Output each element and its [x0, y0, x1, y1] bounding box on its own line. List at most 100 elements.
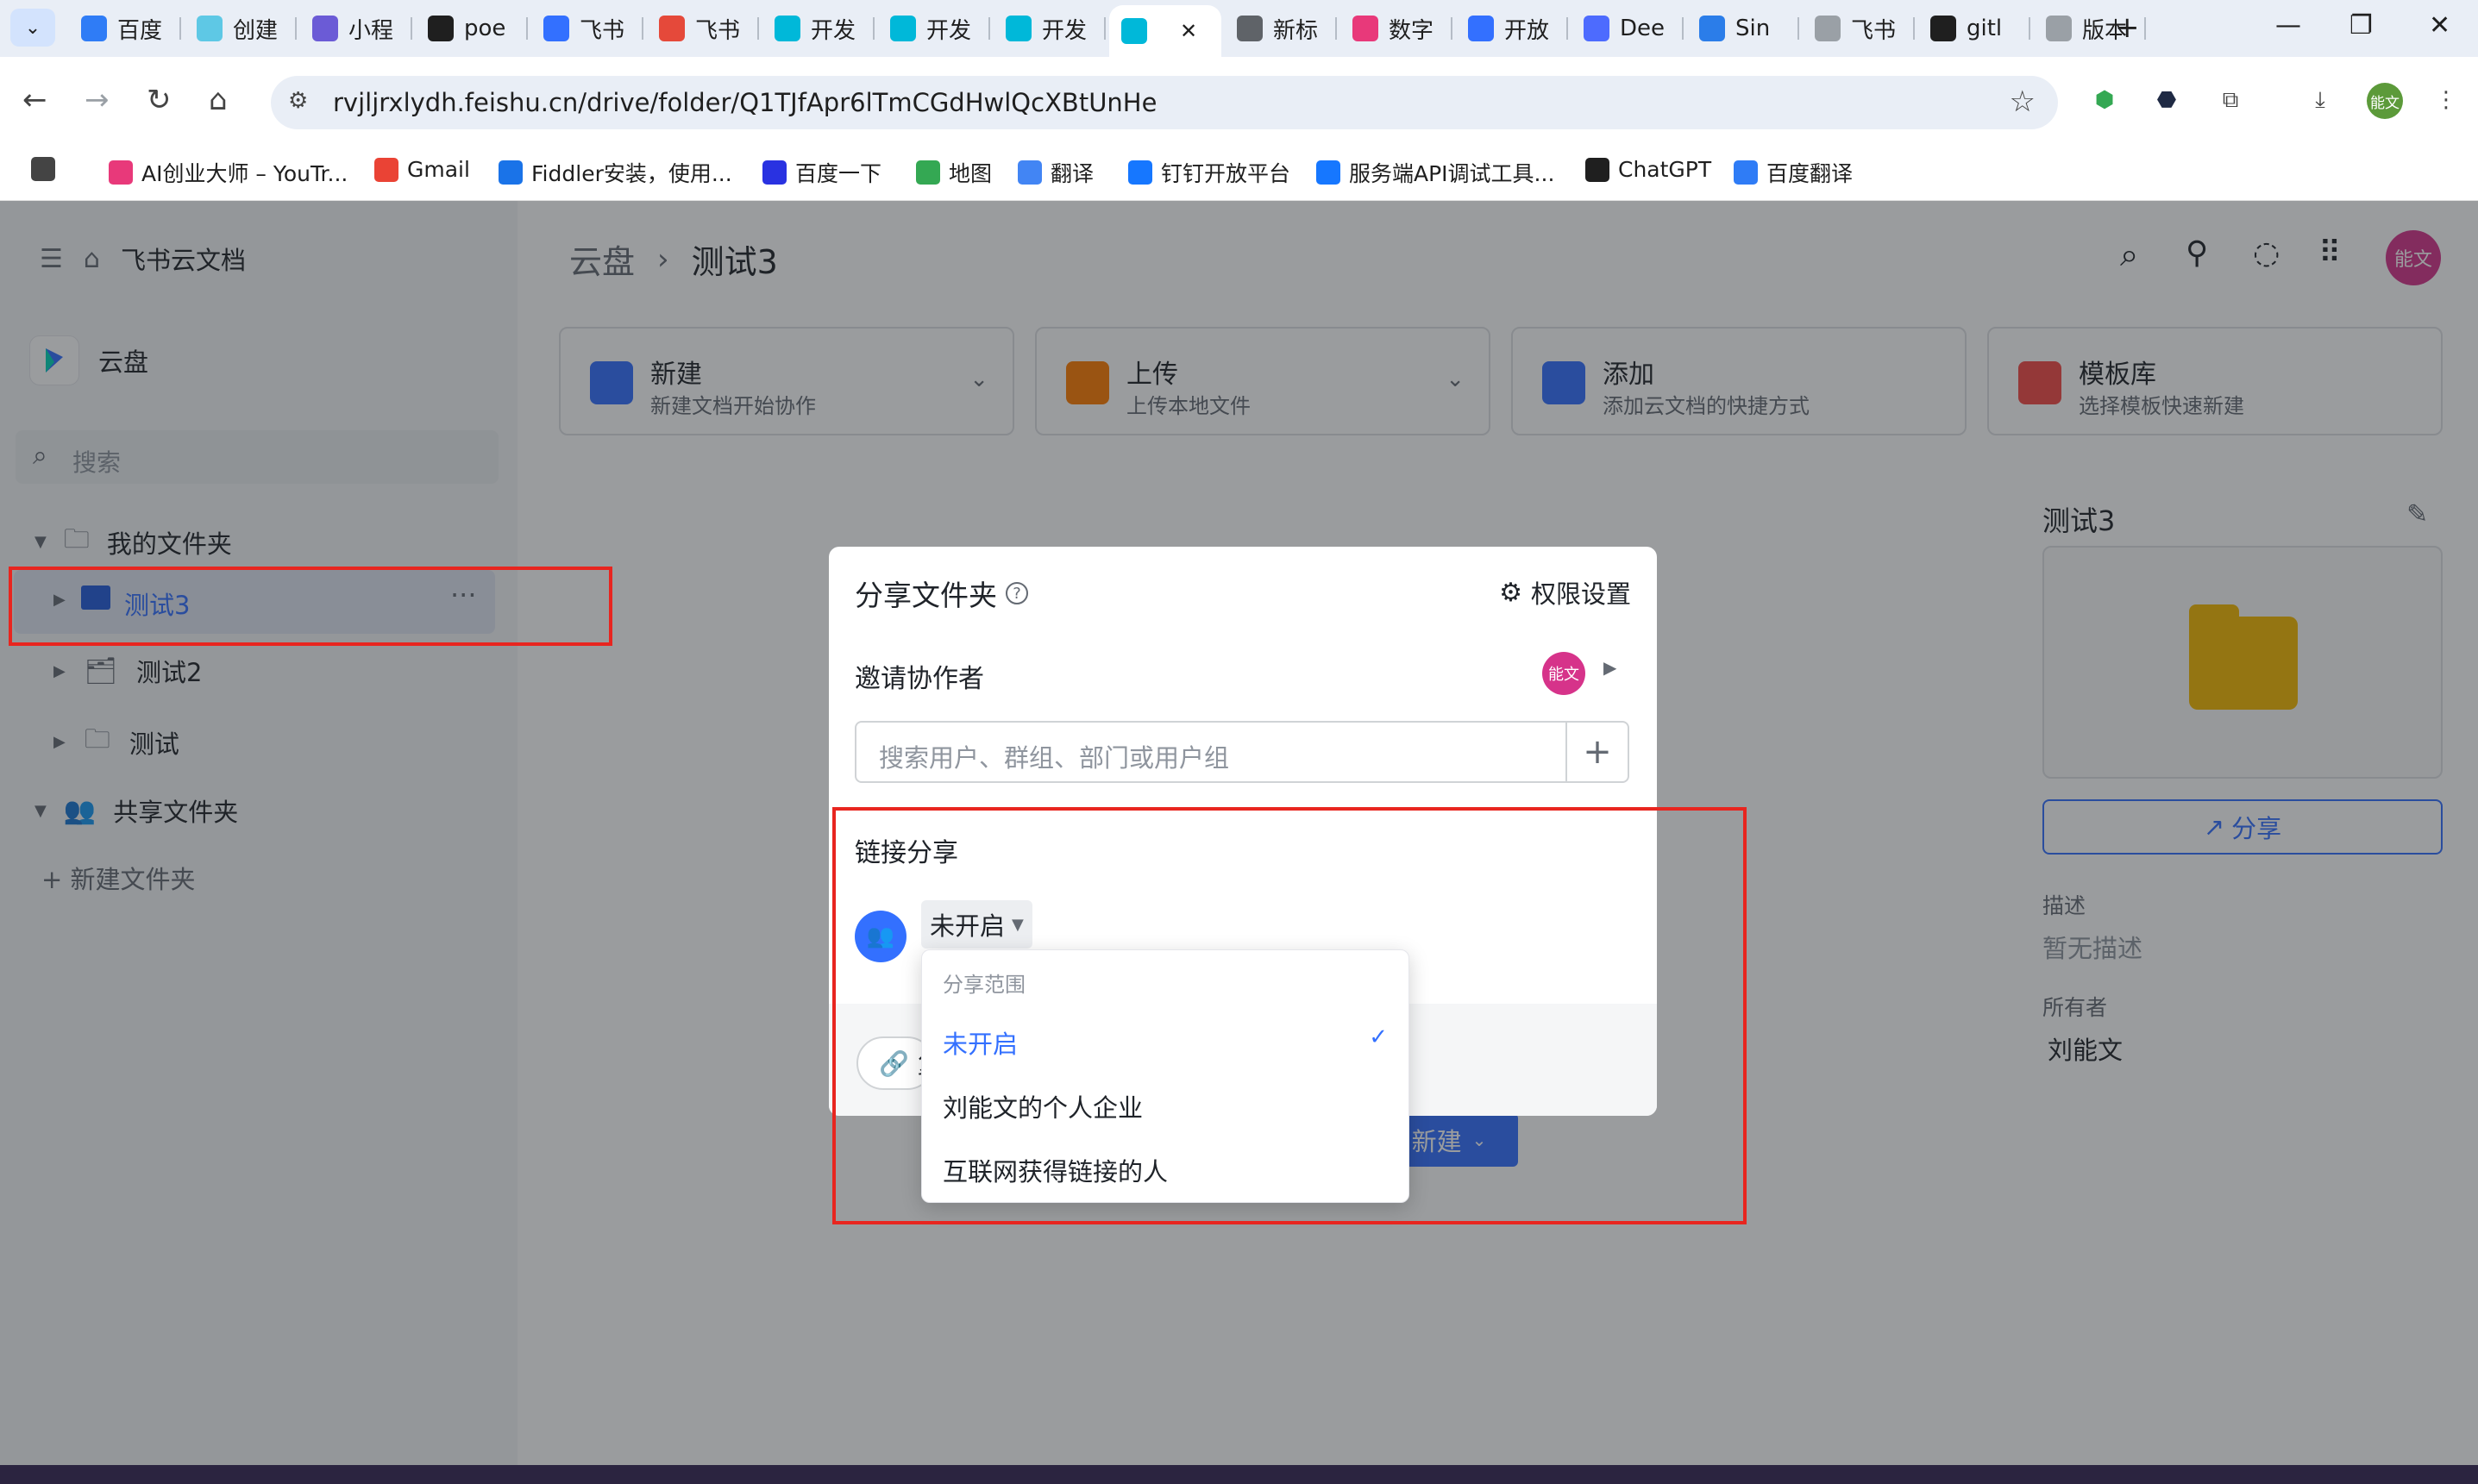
browser-tab[interactable]: 新标 — [1225, 9, 1337, 48]
adblock-extension-icon[interactable]: ⬢ — [2087, 83, 2122, 117]
translate-icon — [81, 16, 107, 41]
tab-separator — [988, 17, 990, 40]
restore-button[interactable]: ❐ — [2349, 10, 2373, 41]
forward-button[interactable]: → — [85, 83, 110, 117]
address-bar[interactable]: ⚙ rvjljrxlydh.feishu.cn/drive/folder/Q1T… — [271, 76, 2058, 129]
collaborator-search-input[interactable]: 搜索用户、群组、部门或用户组 + — [855, 721, 1629, 783]
caret-right-icon[interactable]: ▶ — [1603, 657, 1616, 678]
openai-icon — [1585, 157, 1609, 182]
tab-separator — [2029, 17, 2030, 40]
chrome-icon — [1237, 16, 1263, 41]
collaborator-avatar[interactable]: 能文 — [1542, 652, 1585, 695]
browser-tab[interactable]: 开发 — [878, 9, 990, 48]
bookmark-label: Gmail — [407, 157, 470, 182]
tab-separator — [1104, 17, 1106, 40]
tab-separator — [411, 17, 412, 40]
browser-tab[interactable]: poe — [416, 9, 528, 48]
bookmark-item[interactable]: ChatGPT — [1585, 157, 1711, 182]
close-window-button[interactable]: ✕ — [2429, 10, 2450, 41]
browser-tab[interactable]: Sin — [1687, 9, 1799, 48]
bookmark-item[interactable]: 翻译 — [1018, 157, 1094, 188]
dialog-title: 分享文件夹 — [855, 579, 997, 612]
profile-avatar[interactable]: 能文 — [2367, 83, 2403, 119]
tab-label: gitl — [1967, 16, 2003, 41]
tab-label: 开发 — [811, 17, 856, 44]
tab-separator — [757, 17, 759, 40]
chevron-down-icon: ⌄ — [24, 16, 41, 39]
browser-chrome: ⌄ 百度 创建 小程 poe 飞书 飞书 开发 开发 开发 ✕ 新标 数字 开放 Dee Sin 飞书 gitl… — [0, 0, 2478, 201]
bookmark-label: 翻译 — [1051, 161, 1095, 186]
dialog-header: 分享文件夹 ? — [855, 573, 1028, 614]
bookmark-item[interactable]: 地图 — [916, 157, 992, 188]
bookmark-item[interactable]: 百度翻译 — [1734, 157, 1853, 188]
browser-tab[interactable]: 数字 — [1340, 9, 1452, 48]
search-placeholder: 搜索用户、群组、部门或用户组 — [879, 743, 1230, 773]
tab-active[interactable]: ✕ — [1109, 5, 1221, 57]
browser-tab[interactable]: 飞书 — [647, 9, 759, 48]
bookmark-label: ChatGPT — [1618, 157, 1712, 182]
tab-search-button[interactable]: ⌄ — [10, 9, 55, 47]
minimize-button[interactable]: — — [2275, 10, 2301, 41]
extensions-puzzle-icon[interactable]: ⧉ — [2213, 83, 2248, 117]
fiddler-icon — [499, 160, 523, 185]
browser-menu-icon[interactable]: ⋮ — [2429, 83, 2463, 117]
url-text[interactable]: rvjljrxlydh.feishu.cn/drive/folder/Q1TJf… — [333, 88, 1157, 117]
bookmark-item[interactable]: AI创业大师 – YouTr... — [109, 157, 348, 188]
bookmark-item[interactable]: Gmail — [374, 157, 470, 182]
back-button[interactable]: ← — [22, 83, 47, 117]
help-icon[interactable]: ? — [1006, 582, 1028, 604]
permission-settings-button[interactable]: ⚙ 权限设置 — [1499, 574, 1631, 611]
reload-button[interactable]: ↻ — [147, 83, 172, 117]
tab-label: Dee — [1620, 16, 1666, 41]
browser-tab[interactable]: 开发 — [994, 9, 1106, 48]
tab-label: 飞书 — [1851, 17, 1897, 44]
browser-tab[interactable]: 创建 — [185, 9, 297, 48]
tab-label: 数字 — [1389, 17, 1434, 44]
download-icon[interactable]: ⤓ — [2303, 83, 2337, 117]
tab-separator — [873, 17, 875, 40]
browser-tab[interactable]: gitl — [1918, 9, 2030, 48]
browser-tab[interactable]: 开放 — [1456, 9, 1568, 48]
github-icon — [1930, 16, 1956, 41]
invite-label: 邀请协作者 — [855, 664, 984, 694]
bookmark-label: 服务端API调试工具... — [1349, 161, 1555, 186]
bookmark-label: 地图 — [949, 161, 993, 186]
new-tab-button[interactable]: + — [2115, 10, 2140, 45]
bookmark-star-icon[interactable]: ☆ — [2010, 85, 2036, 119]
tab-label: 开发 — [1042, 17, 1088, 44]
apps-button[interactable] — [31, 157, 55, 181]
bookmark-label: AI创业大师 – YouTr... — [141, 161, 348, 186]
bookmark-item[interactable]: 钉钉开放平台 — [1128, 157, 1290, 188]
add-collaborator-button[interactable]: + — [1565, 723, 1628, 781]
tab-separator — [2144, 17, 2146, 40]
browser-tab[interactable]: 开发 — [762, 9, 875, 48]
feishu-icon — [890, 16, 916, 41]
react-icon — [197, 16, 223, 41]
tab-separator — [1797, 17, 1799, 40]
bookmark-item[interactable]: 服务端API调试工具... — [1316, 157, 1554, 188]
bookmark-label: 钉钉开放平台 — [1161, 161, 1291, 186]
globe-icon — [2046, 16, 2072, 41]
feishu-icon — [775, 16, 800, 41]
translate-icon — [1734, 160, 1758, 185]
browser-tab[interactable]: 百度 — [69, 9, 181, 48]
tab-separator — [526, 17, 528, 40]
tab-label: 开放 — [1504, 17, 1550, 44]
site-info-icon[interactable]: ⚙ — [288, 88, 308, 114]
tab-label: 创建 — [233, 17, 279, 44]
highlight-box-sidebar — [9, 567, 612, 646]
gmail-icon — [374, 157, 398, 182]
browser-tab[interactable]: 飞书 — [531, 9, 643, 48]
close-tab-icon[interactable]: ✕ — [1180, 19, 1197, 43]
highlight-box-link-share — [832, 807, 1747, 1224]
browser-tab[interactable]: Dee — [1571, 9, 1684, 48]
bot-icon — [1815, 16, 1841, 41]
bookmark-item[interactable]: 百度一下 — [762, 157, 881, 188]
browser-tab[interactable]: 飞书 — [1803, 9, 1915, 48]
butterfly-icon — [1352, 16, 1378, 41]
browser-tab[interactable]: 小程 — [300, 9, 412, 48]
home-button[interactable]: ⌂ — [209, 83, 228, 117]
os-taskbar — [0, 1465, 2478, 1484]
shield-extension-icon[interactable]: ⬣ — [2149, 83, 2184, 117]
bookmark-item[interactable]: Fiddler安装，使用... — [499, 157, 732, 188]
